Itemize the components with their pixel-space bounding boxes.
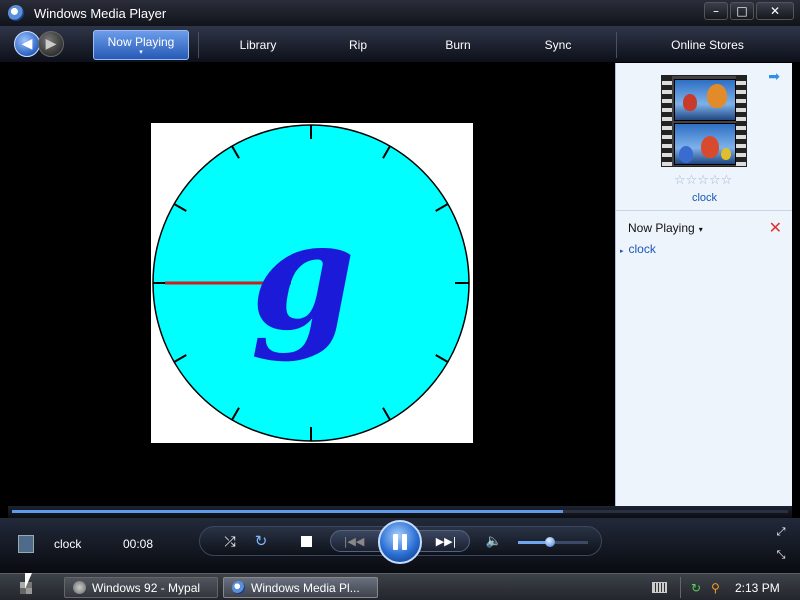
track-title: clock (54, 537, 82, 551)
album-caption[interactable]: clock (616, 192, 793, 204)
pause-icon (393, 534, 398, 550)
clock-graphic: g (152, 124, 470, 442)
switch-to-library-icon[interactable] (18, 535, 34, 553)
clock-logo: g (251, 188, 356, 364)
list-item[interactable]: ▸ clock (620, 242, 656, 256)
volume-handle[interactable] (544, 537, 555, 547)
tab-burn[interactable]: Burn (418, 26, 498, 63)
nav-bar: ◀ ▶ Now Playing ▾ Library Rip Burn Sync … (0, 26, 800, 63)
clear-list-icon[interactable]: ✕ (769, 218, 782, 237)
media-player-icon (8, 5, 24, 21)
stop-button[interactable] (299, 534, 313, 548)
tab-library[interactable]: Library (210, 26, 306, 63)
close-button[interactable]: ✕ (756, 2, 794, 20)
back-button[interactable]: ◀ (14, 31, 40, 57)
seek-track[interactable] (12, 510, 788, 513)
repeat-button[interactable]: ↻ (251, 531, 271, 551)
balloon-icon (701, 136, 719, 158)
system-clock[interactable]: 2:13 PM (735, 581, 780, 595)
taskbar-item-label: Windows 92 - Mypal (92, 580, 201, 595)
window-title: Windows Media Player (34, 5, 167, 21)
now-playing-label: Now Playing (628, 221, 695, 235)
previous-button[interactable]: |◀◀ (336, 532, 372, 550)
fullscreen-button[interactable]: ⤢ (774, 525, 788, 539)
keyboard-icon[interactable] (652, 582, 667, 593)
title-bar: Windows Media Player – □ ✕ (0, 0, 800, 26)
volume-slider[interactable] (518, 537, 588, 547)
tab-divider (616, 32, 617, 58)
elapsed-time[interactable]: 00:08 (123, 537, 153, 551)
balloon-icon (679, 146, 693, 163)
pause-icon (402, 534, 407, 550)
video-frame: g (151, 123, 473, 443)
play-marker-icon: ▸ (620, 247, 624, 255)
skin-mode-button[interactable]: ⤡ (774, 548, 788, 562)
seek-progress (12, 510, 563, 513)
balloon-image (674, 79, 736, 121)
balloon-icon (721, 148, 731, 160)
tab-rip[interactable]: Rip (318, 26, 398, 63)
search-icon[interactable]: ⚲ (711, 581, 724, 595)
minimize-button[interactable]: – (704, 2, 728, 20)
now-playing-dropdown[interactable]: Now Playing ▾ (628, 221, 703, 235)
list-item-title: clock (628, 242, 656, 256)
album-art[interactable] (661, 75, 747, 167)
rating-stars[interactable]: ☆☆☆☆☆ (674, 173, 732, 188)
next-arrow-icon[interactable]: ➡ (768, 69, 780, 85)
tab-sync[interactable]: Sync (518, 26, 598, 63)
pause-button[interactable] (378, 520, 422, 564)
sync-icon[interactable]: ↻ (691, 581, 704, 595)
balloon-image (674, 123, 736, 165)
taskbar-item-label: Windows Media Pl... (251, 580, 360, 595)
taskbar: Windows 92 - Mypal Windows Media Pl... ↻… (0, 573, 800, 600)
chevron-down-icon: ▾ (698, 225, 703, 234)
forward-button[interactable]: ▶ (38, 31, 64, 57)
taskbar-item-mypal[interactable]: Windows 92 - Mypal (64, 577, 218, 598)
shuffle-button[interactable]: ⤮ (220, 532, 240, 552)
window-controls: – □ ✕ (704, 2, 794, 20)
media-player-icon (232, 581, 245, 594)
chevron-down-icon: ▾ (139, 47, 143, 56)
start-button[interactable] (4, 577, 44, 598)
browser-icon (73, 581, 86, 594)
album-info: ➡ ☆☆☆☆☆ clock (616, 63, 792, 211)
balloon-icon (707, 84, 727, 108)
nav-arrows: ◀ ▶ (14, 31, 64, 57)
mouse-cursor-icon (25, 573, 32, 589)
balloon-icon (683, 94, 697, 111)
maximize-button[interactable]: □ (730, 2, 754, 20)
playback-controls: clock 00:08 ⤮ ↻ |◀◀ ▶▶| 🔈 ⤢ ⤡ (0, 518, 800, 573)
tab-label: Now Playing (107, 34, 175, 49)
now-playing-pane: ➡ ☆☆☆☆☆ clock Now Playing ▾ ✕ ▸ clock (615, 63, 792, 506)
system-tray: ↻ ⚲ 2:13 PM (680, 577, 800, 598)
mute-button[interactable]: 🔈 (485, 532, 503, 550)
taskbar-item-media-player[interactable]: Windows Media Pl... (223, 577, 378, 598)
video-area[interactable]: g (8, 63, 614, 506)
tab-now-playing[interactable]: Now Playing ▾ (93, 30, 189, 60)
film-strip (662, 76, 672, 166)
tab-online-stores[interactable]: Online Stores (650, 26, 765, 63)
film-strip (736, 76, 746, 166)
seek-bar[interactable] (8, 506, 792, 518)
tab-divider (198, 32, 199, 58)
next-button[interactable]: ▶▶| (428, 532, 464, 550)
